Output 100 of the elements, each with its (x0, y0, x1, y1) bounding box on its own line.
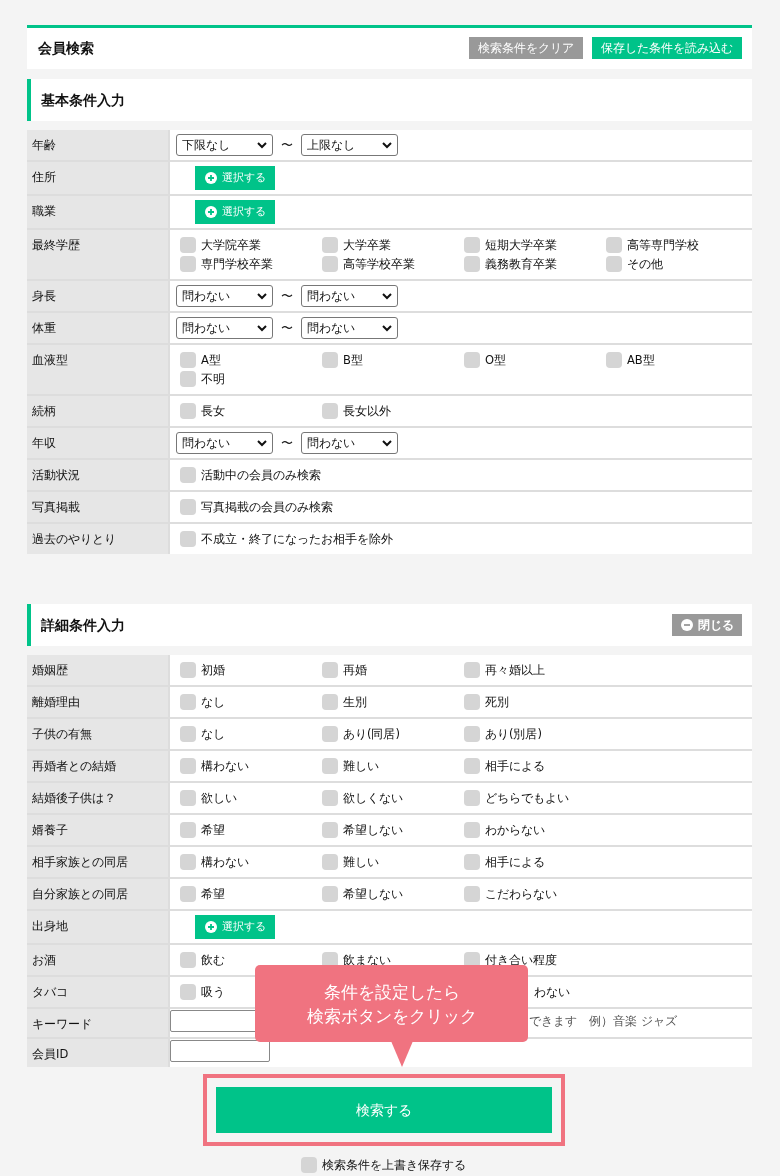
select-field[interactable]: 問わない (176, 285, 273, 307)
checkbox[interactable] (180, 694, 196, 710)
option-label: 欲しくない (343, 790, 403, 806)
option-label: 大学院卒業 (201, 237, 261, 253)
checkbox[interactable] (464, 694, 480, 710)
checkbox[interactable] (322, 237, 338, 253)
chevron-down-icon (257, 141, 267, 149)
checkbox[interactable] (180, 854, 196, 870)
checkbox[interactable] (464, 822, 480, 838)
select-field[interactable]: 問わない (301, 285, 398, 307)
select-field[interactable]: 問わない (176, 432, 273, 454)
checkbox[interactable] (180, 467, 196, 483)
field-label: 年齢 (31, 137, 57, 154)
checkbox[interactable] (301, 1157, 317, 1173)
checkbox[interactable] (180, 256, 196, 272)
checkbox[interactable] (322, 854, 338, 870)
checkbox[interactable] (180, 371, 196, 387)
checkbox[interactable] (180, 237, 196, 253)
checkbox[interactable] (464, 256, 480, 272)
checkbox[interactable] (464, 237, 480, 253)
field-label: 再婚者との結婚 (31, 758, 117, 775)
option-label: 難しい (343, 758, 379, 774)
option-label: A型 (201, 352, 221, 368)
range-separator: 〜 (281, 435, 293, 451)
select-field[interactable]: 問わない (301, 317, 398, 339)
select-field[interactable]: 下限なし (176, 134, 273, 156)
chevron-down-icon (382, 141, 392, 149)
field-label: 離婚理由 (31, 694, 81, 711)
option-label: 生別 (343, 694, 367, 710)
field-label: 相手家族との同居 (31, 854, 129, 871)
checkbox[interactable] (180, 790, 196, 806)
checkbox[interactable] (180, 403, 196, 419)
field-label: 出身地 (31, 918, 69, 935)
option-label: 相手による (485, 758, 545, 774)
option-label: 欲しい (201, 790, 237, 806)
field-label: お酒 (31, 952, 57, 969)
checkbox[interactable] (180, 952, 196, 968)
option-label: 不成立・終了になったお相手を除外 (201, 531, 393, 547)
checkbox[interactable] (322, 403, 338, 419)
checkbox[interactable] (180, 984, 196, 1000)
option-label: 不明 (201, 371, 225, 387)
checkbox[interactable] (464, 886, 480, 902)
checkbox[interactable] (606, 237, 622, 253)
option-label: どちらでもよい (485, 790, 569, 806)
option-label: わない (533, 984, 571, 1000)
option-label: 活動中の会員のみ検索 (201, 467, 321, 483)
checkbox[interactable] (180, 352, 196, 368)
checkbox[interactable] (180, 886, 196, 902)
checkbox[interactable] (322, 256, 338, 272)
option-label: 短期大学卒業 (485, 237, 557, 253)
checkbox[interactable] (180, 499, 196, 515)
option-label: 写真掲載の会員のみ検索 (201, 499, 333, 515)
checkbox[interactable] (180, 758, 196, 774)
option-label: なし (201, 726, 225, 742)
checkbox[interactable] (322, 886, 338, 902)
checkbox[interactable] (464, 726, 480, 742)
option-label: 希望しない (343, 886, 403, 902)
checkbox[interactable] (180, 531, 196, 547)
field-label: 自分家族との同居 (31, 886, 129, 903)
option-label: 再々婚以上 (485, 662, 545, 678)
checkbox[interactable] (322, 822, 338, 838)
field-label: 最終学歴 (31, 237, 81, 254)
text-field[interactable] (170, 1040, 270, 1062)
option-label: 初婚 (201, 662, 225, 678)
checkbox[interactable] (322, 726, 338, 742)
option-label: 相手による (485, 854, 545, 870)
checkbox[interactable] (464, 790, 480, 806)
option-label: 吸う (201, 984, 225, 1000)
checkbox[interactable] (606, 256, 622, 272)
option-label: 長女以外 (343, 403, 391, 419)
checkbox[interactable] (464, 352, 480, 368)
checkbox[interactable] (606, 352, 622, 368)
field-label: 婿養子 (31, 822, 69, 839)
checkbox[interactable] (464, 854, 480, 870)
checkbox[interactable] (180, 726, 196, 742)
checkbox[interactable] (322, 790, 338, 806)
field-label: 血液型 (31, 352, 69, 369)
option-label: 再婚 (343, 662, 367, 678)
checkbox[interactable] (322, 694, 338, 710)
checkbox[interactable] (180, 662, 196, 678)
option-label: 義務教育卒業 (485, 256, 557, 272)
field-label: 子供の有無 (31, 726, 93, 743)
range-separator: 〜 (281, 137, 293, 153)
checkbox[interactable] (464, 662, 480, 678)
field-label: 体重 (31, 320, 57, 337)
chevron-down-icon (382, 324, 392, 332)
checkbox[interactable] (180, 822, 196, 838)
checkbox[interactable] (322, 352, 338, 368)
select-field[interactable]: 上限なし (301, 134, 398, 156)
checkbox[interactable] (464, 758, 480, 774)
field-label: 続柄 (31, 403, 57, 420)
select-field[interactable]: 問わない (301, 432, 398, 454)
select-field[interactable]: 問わない (176, 317, 273, 339)
field-label: 写真掲載 (31, 499, 81, 516)
checkbox[interactable] (322, 662, 338, 678)
option-label: なし (201, 694, 225, 710)
checkbox[interactable] (322, 758, 338, 774)
chevron-down-icon (257, 324, 267, 332)
option-label: あり(別居) (485, 726, 542, 742)
field-label: 婚姻歴 (31, 662, 69, 679)
